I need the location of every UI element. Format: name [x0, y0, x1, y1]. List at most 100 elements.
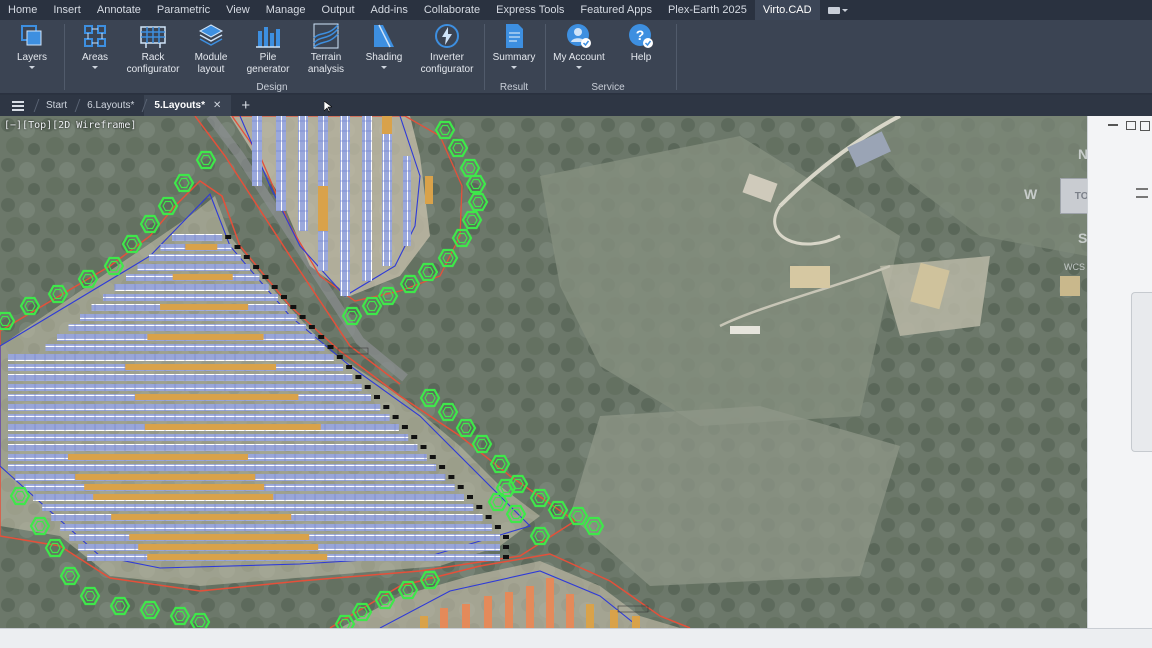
pile-marker	[318, 335, 325, 339]
pile-marker	[262, 275, 269, 279]
wcs-label[interactable]: WCS	[1064, 262, 1085, 272]
terrain-analysis-button[interactable]: Terrain analysis	[304, 22, 348, 88]
panel-row	[8, 464, 437, 471]
panel-row-highlight	[185, 244, 218, 250]
pile-marker	[503, 545, 509, 549]
panel-row	[172, 234, 223, 241]
pile-marker	[346, 365, 353, 369]
terrain-icon	[312, 22, 340, 50]
panel-row-highlight	[160, 304, 249, 310]
panel-row	[149, 254, 241, 261]
layers-button[interactable]: Layers	[12, 22, 52, 88]
pile-marker	[467, 495, 473, 499]
pile-marker	[494, 525, 501, 529]
my-account-label: My Account	[553, 52, 605, 63]
pile-label-1: Pile	[259, 52, 277, 63]
menu-item[interactable]: Express Tools	[488, 0, 572, 20]
menu-bar: Home Insert Annotate Parametric View Manage Ou…	[0, 0, 1152, 20]
areas-button[interactable]: Areas	[76, 22, 114, 88]
ribbon-group-result: Result	[499, 82, 529, 93]
tab-6-layouts-label: 6.Layouts*	[87, 100, 135, 111]
panel-row	[114, 284, 269, 291]
areas-icon	[81, 22, 109, 50]
document-tab-bar: Start 6.Layouts* 5.Layouts* ✕ +	[0, 95, 1152, 116]
areas-label: Areas	[81, 52, 109, 63]
module-layout-button[interactable]: Module layout	[190, 22, 232, 88]
window-close-icon[interactable]	[1140, 121, 1150, 131]
pile-marker	[290, 305, 297, 309]
ribbon: Layers Areas Rack configurator Module la…	[0, 20, 1152, 94]
pile-marker	[485, 515, 492, 519]
right-side-panel	[1087, 116, 1152, 628]
pile-marker	[336, 355, 343, 359]
panel-row	[103, 294, 278, 301]
viewcube-west[interactable]: W	[1024, 186, 1037, 202]
ribbon-separator	[676, 24, 677, 90]
panel-row-highlight	[93, 494, 274, 500]
shading-button[interactable]: Shading	[364, 22, 404, 88]
menu-item[interactable]: Collaborate	[416, 0, 488, 20]
tab-5-layouts[interactable]: 5.Layouts* ✕	[144, 95, 232, 116]
terrain-label-2: analysis	[307, 64, 345, 75]
ribbon-group-service: Service	[591, 82, 625, 93]
help-icon: ?	[627, 22, 655, 50]
new-tab-button[interactable]: +	[231, 95, 260, 116]
help-button[interactable]: ? Help	[624, 22, 658, 88]
panel-row	[8, 354, 334, 361]
viewport-label[interactable]: [−][Top][2D Wireframe]	[4, 120, 136, 131]
viewcube-north[interactable]: N	[1078, 146, 1087, 162]
terrain-label-1: Terrain	[310, 52, 342, 63]
module-layers-icon	[197, 22, 225, 50]
chevron-down-icon	[29, 66, 35, 69]
menu-icon[interactable]	[0, 95, 36, 116]
menu-item[interactable]: Manage	[258, 0, 314, 20]
menu-item[interactable]: Insert	[45, 0, 89, 20]
list-icon[interactable]	[1136, 188, 1148, 198]
pile-marker	[448, 475, 455, 479]
user-icon	[565, 22, 593, 50]
my-account-button[interactable]: My Account	[552, 22, 606, 88]
close-icon[interactable]: ✕	[213, 100, 221, 111]
panel-row-highlight	[68, 454, 248, 460]
pile-marker	[383, 405, 390, 409]
menu-item[interactable]: Featured Apps	[572, 0, 660, 20]
tab-start[interactable]: Start	[36, 95, 77, 116]
pile-generator-button[interactable]: Pile generator	[245, 22, 291, 88]
solar-layout-drawing	[0, 116, 1087, 628]
panel-row-highlight	[144, 424, 321, 430]
navigation-bar[interactable]	[1131, 292, 1152, 452]
menu-item[interactable]: Add-ins	[363, 0, 416, 20]
window-maximize-icon[interactable]	[1126, 121, 1136, 130]
pile-marker	[308, 325, 315, 329]
rack-label-1: Rack	[141, 52, 165, 63]
drawing-viewport[interactable]: [−][Top][2D Wireframe] N W TOP S WCS	[0, 116, 1087, 628]
inverter-configurator-button[interactable]: Inverter configurator	[418, 22, 476, 88]
menu-item[interactable]: Parametric	[149, 0, 218, 20]
menu-item[interactable]: Annotate	[89, 0, 149, 20]
viewcube-south[interactable]: S	[1078, 230, 1087, 246]
menu-item[interactable]: Output	[314, 0, 363, 20]
menu-item[interactable]: Plex-Earth 2025	[660, 0, 755, 20]
menu-item[interactable]: View	[218, 0, 258, 20]
rack-configurator-button[interactable]: Rack configurator	[125, 22, 181, 88]
ribbon-separator	[545, 24, 546, 90]
help-label: Help	[630, 52, 652, 63]
panel-row	[80, 314, 297, 321]
pile-marker	[503, 535, 509, 539]
summary-button[interactable]: Summary	[492, 22, 536, 88]
menu-item[interactable]: Virto.CAD	[754, 0, 820, 20]
menu-item[interactable]: Home	[0, 0, 45, 20]
pile-marker	[299, 315, 306, 319]
workspace-switch-icon[interactable]	[827, 4, 850, 16]
panel-row-highlight	[125, 364, 277, 370]
window-restore-icon[interactable]	[1108, 124, 1118, 126]
viewcube-top-face[interactable]: TOP	[1060, 178, 1087, 214]
panel-row	[60, 524, 492, 531]
pile-marker	[364, 385, 371, 389]
layers-label: Layers	[16, 52, 47, 63]
pile-marker	[457, 485, 464, 489]
pile-marker	[476, 505, 483, 509]
viewcube[interactable]: N W TOP S WCS	[1022, 142, 1087, 272]
tab-6-layouts[interactable]: 6.Layouts*	[77, 95, 144, 116]
pile-marker	[411, 435, 418, 439]
